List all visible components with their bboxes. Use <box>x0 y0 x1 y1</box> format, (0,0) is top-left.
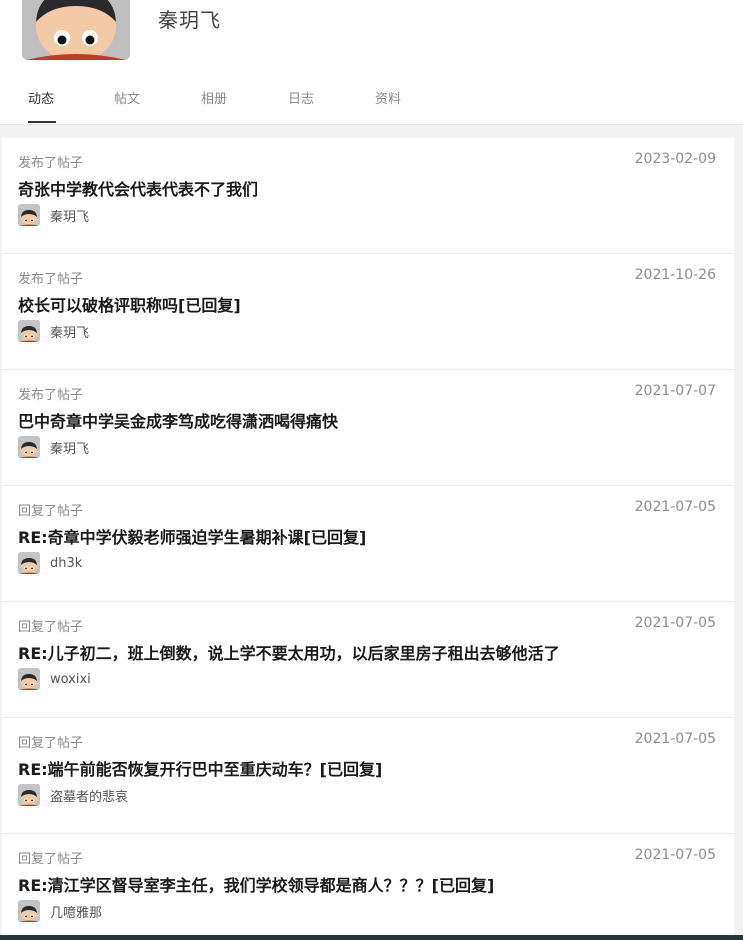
feed-item[interactable]: 发布了帖子 2023-02-09 奇张中学教代会代表代表不了我们秦玥飞 <box>2 138 734 254</box>
feed-item-action: 发布了帖子 <box>18 272 84 287</box>
tab-profile-info[interactable]: 资料 <box>375 88 401 107</box>
feed-item-action: 发布了帖子 <box>18 388 84 403</box>
feed-item-author[interactable]: 几噫雅那 <box>18 900 102 922</box>
feed-item-author[interactable]: 秦玥飞 <box>18 320 89 342</box>
feed-item-title-link[interactable]: RE:端午前能否恢复开行巴中至重庆动车？[已回复] <box>18 756 694 780</box>
profile-tabs: 动态 帖文 相册 日志 资料 <box>0 78 743 124</box>
feed-item-title-link[interactable]: 校长可以破格评职称吗[已回复] <box>18 292 694 316</box>
feed-item[interactable]: 回复了帖子 2021-07-05 RE:儿子初二，班上倒数，说上学不要太用功，以后家… <box>2 602 734 718</box>
author-name[interactable]: 秦玥飞 <box>50 206 89 225</box>
avatar[interactable] <box>22 0 130 60</box>
tab-posts[interactable]: 帖文 <box>114 88 140 107</box>
author-name[interactable]: 几噫雅那 <box>50 902 102 921</box>
tab-journal[interactable]: 日志 <box>288 88 314 107</box>
profile-header: 秦玥飞 动态 帖文 相册 日志 资料 <box>0 0 743 125</box>
author-name[interactable]: woxixi <box>50 672 91 687</box>
profile-page: 秦玥飞 动态 帖文 相册 日志 资料 发布了帖子 2023-02-09 奇张中学教代… <box>0 0 743 940</box>
author-name[interactable]: 秦玥飞 <box>50 322 89 341</box>
feed-item-title-link[interactable]: 巴中奇章中学吴金成李笃成吃得潇洒喝得痛快 <box>18 408 694 432</box>
feed-item-author[interactable]: 盗墓者的悲哀 <box>18 784 128 806</box>
feed-item-action: 回复了帖子 <box>18 620 84 635</box>
avatar-icon <box>18 204 40 226</box>
avatar-icon <box>18 900 40 922</box>
profile-name: 秦玥飞 <box>158 8 221 32</box>
avatar-icon <box>18 320 40 342</box>
feed-item-author[interactable]: 秦玥飞 <box>18 204 89 226</box>
avatar-icon <box>18 552 40 574</box>
tab-activity[interactable]: 动态 <box>28 88 54 107</box>
author-name[interactable]: 秦玥飞 <box>50 438 89 457</box>
feed-item-date: 2021-07-05 <box>634 847 716 863</box>
feed-item-title-link[interactable]: RE:清江学区督导室李主任，我们学校领导都是商人？？？[已回复] <box>18 872 694 896</box>
feed-item-title-link[interactable]: RE:儿子初二，班上倒数，说上学不要太用功，以后家里房子租出去够他活了 <box>18 640 694 664</box>
feed-item-action: 回复了帖子 <box>18 504 84 519</box>
feed-item-action: 回复了帖子 <box>18 736 84 751</box>
active-tab-indicator <box>28 121 56 123</box>
feed-item-author[interactable]: woxixi <box>18 668 91 690</box>
feed-item-date: 2021-07-05 <box>634 499 716 515</box>
feed-item[interactable]: 回复了帖子 2021-07-05 RE:清江学区督导室李主任，我们学校领导都是商人？… <box>2 834 734 940</box>
feed-item-date: 2021-07-05 <box>634 731 716 747</box>
avatar-icon <box>18 668 40 690</box>
feed-item-author[interactable]: 秦玥飞 <box>18 436 89 458</box>
feed-item-title-link[interactable]: RE:奇章中学伏毅老师强迫学生暑期补课[已回复] <box>18 524 694 548</box>
cartoon-boy-avatar-icon <box>22 0 130 60</box>
feed-item-action: 发布了帖子 <box>18 156 84 171</box>
bottom-bar <box>0 935 743 940</box>
feed-item-date: 2021-07-05 <box>634 615 716 631</box>
feed-item-action: 回复了帖子 <box>18 852 84 867</box>
tab-albums[interactable]: 相册 <box>201 88 227 107</box>
feed-item-title-link[interactable]: 奇张中学教代会代表代表不了我们 <box>18 176 694 200</box>
author-name[interactable]: dh3k <box>50 556 82 571</box>
feed-item[interactable]: 回复了帖子 2021-07-05 RE:奇章中学伏毅老师强迫学生暑期补课[已回复] d… <box>2 486 734 602</box>
feed-item-date: 2021-07-07 <box>634 383 716 399</box>
avatar-icon <box>18 784 40 806</box>
activity-feed: 发布了帖子 2023-02-09 奇张中学教代会代表代表不了我们 秦玥飞 发布了帖子 20… <box>2 138 734 940</box>
avatar-icon <box>18 436 40 458</box>
feed-item-author[interactable]: dh3k <box>18 552 82 574</box>
feed-item-date: 2021-10-26 <box>634 267 716 283</box>
feed-item[interactable]: 发布了帖子 2021-10-26 校长可以破格评职称吗[已回复] 秦玥飞 <box>2 254 734 370</box>
author-name[interactable]: 盗墓者的悲哀 <box>50 786 128 805</box>
feed-item[interactable]: 回复了帖子 2021-07-05 RE:端午前能否恢复开行巴中至重庆动车？[已回复]… <box>2 718 734 834</box>
feed-item-date: 2023-02-09 <box>634 151 716 167</box>
feed-item[interactable]: 发布了帖子 2021-07-07 巴中奇章中学吴金成李笃成吃得潇洒喝得痛快秦玥飞 <box>2 370 734 486</box>
